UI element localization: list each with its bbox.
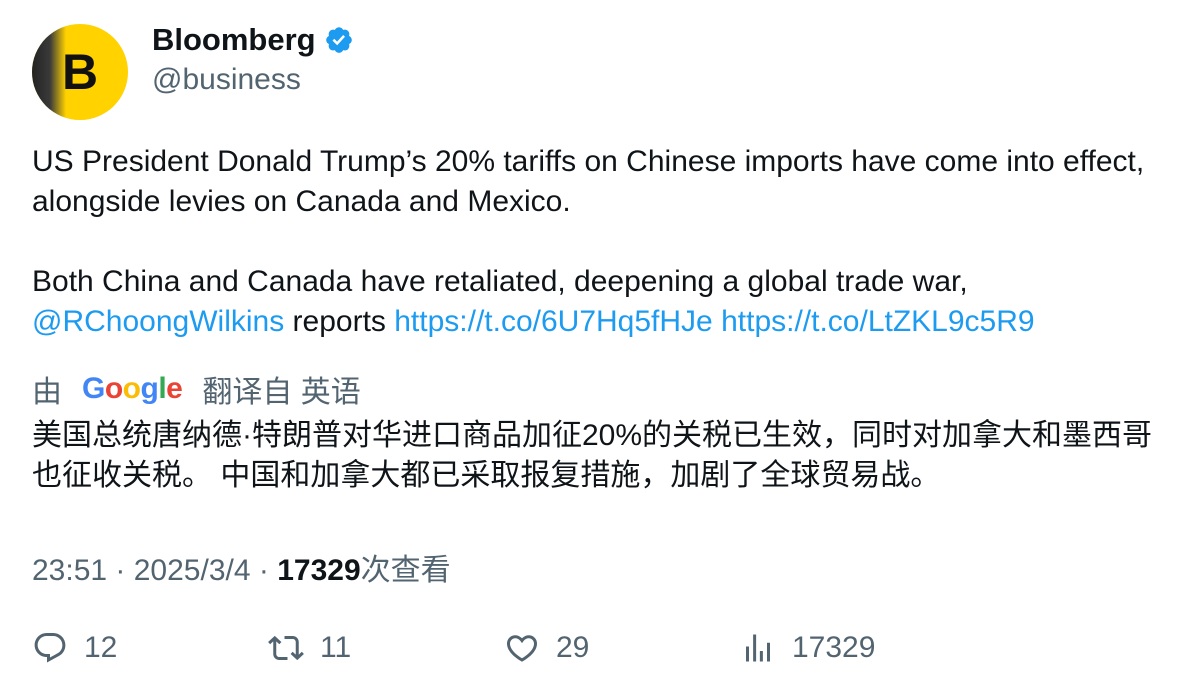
translated-from-label: 翻译自 英语 [202, 376, 361, 409]
verified-badge-icon[interactable] [324, 25, 354, 55]
retweet-icon [268, 635, 304, 661]
author-handle[interactable]: @business [152, 63, 301, 97]
avatar[interactable]: B [32, 24, 128, 120]
reply-button[interactable]: 12 [32, 630, 117, 666]
heart-icon [506, 635, 538, 662]
translated-text: 美国总统唐纳德·特朗普对华进口商品加征20%的关税已生效，同时对加拿大和墨西哥也… [32, 419, 1153, 492]
views-action-count: 17329 [792, 631, 876, 664]
author-name-row: Bloomberg [152, 22, 354, 58]
meta-separator-2: · [250, 554, 278, 587]
tweet-meta: 23:51 · 2025/3/4 · 17329次查看 [32, 545, 451, 589]
views-chart-icon [746, 634, 770, 662]
views-count: 17329 [277, 554, 361, 587]
display-name[interactable]: Bloomberg [152, 22, 316, 58]
retweet-count: 11 [320, 631, 352, 664]
action-bar: 12 11 29 17329 [32, 630, 1172, 674]
reply-icon [34, 633, 66, 663]
avatar-letter: B [61, 44, 99, 100]
mention-link[interactable]: @RChoongWilkins [32, 305, 284, 338]
like-button[interactable]: 29 [504, 630, 589, 666]
tweet-paragraph-2-text: Both China and Canada have retaliated, d… [32, 265, 968, 298]
google-logo[interactable]: Google [82, 372, 183, 406]
retweet-button[interactable]: 11 [268, 630, 351, 666]
meta-separator-1: · [107, 554, 134, 587]
tweet-time[interactable]: 23:51 [32, 554, 107, 587]
views-button[interactable]: 17329 [740, 630, 875, 666]
url-link-1[interactable]: https://t.co/6U7Hq5fHJe [394, 305, 713, 338]
translation-attribution: 由 Google 翻译自 英语 [32, 367, 361, 411]
tweet-date[interactable]: 2025/3/4 [134, 554, 251, 587]
tweet-paragraph-1: US President Donald Trump’s 20% tariffs … [32, 145, 1145, 218]
reply-count: 12 [84, 631, 118, 664]
reports-text: reports [284, 305, 395, 338]
translated-by-label: 由 [32, 376, 62, 409]
tweet-text: US President Donald Trump’s 20% tariffs … [32, 142, 1172, 342]
views-label: 次查看 [360, 554, 451, 587]
tweet-paragraph-2: Both China and Canada have retaliated, d… [32, 262, 1172, 342]
url-link-2[interactable]: https://t.co/LtZKL9c5R9 [721, 305, 1035, 338]
like-count: 29 [556, 631, 590, 664]
